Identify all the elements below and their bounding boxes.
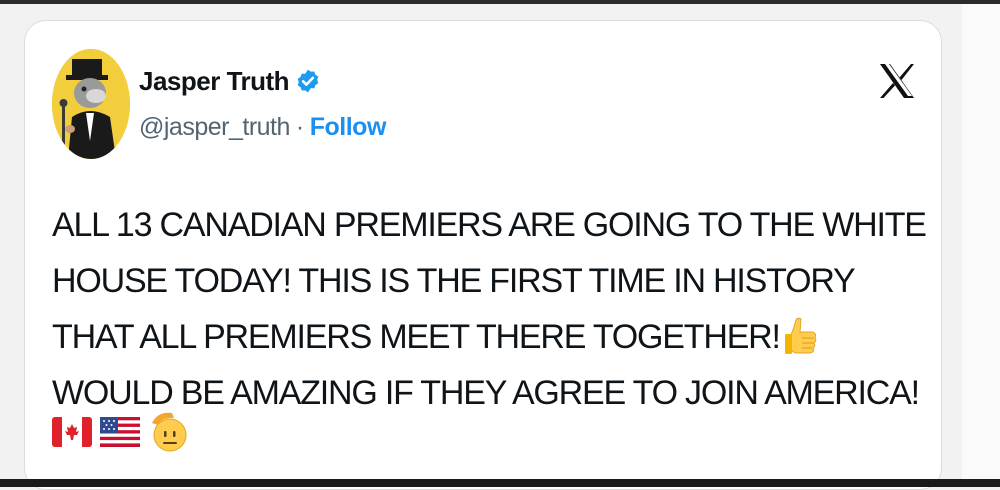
avatar-image [52, 49, 130, 159]
tweet-line-text: HOUSE TODAY! THIS IS THE FIRST TIME IN H… [52, 262, 856, 300]
tweet-line: HOUSE TODAY! THIS IS THE FIRST TIME IN H… [52, 253, 932, 309]
saluting-face-icon [152, 412, 187, 452]
us-flag-icon [100, 417, 140, 447]
tweet-line: THAT ALL PREMIERS MEET THERE TOGETHER! [52, 309, 932, 365]
avatar[interactable] [52, 49, 130, 159]
bottom-frame-strip [0, 479, 1000, 487]
follow-button[interactable]: Follow [310, 113, 387, 142]
canada-flag-icon [52, 417, 92, 447]
thumbs-up-emoji-icon [784, 317, 817, 354]
tweet-line: ALL 13 CANADIAN PREMIERS ARE GOING TO TH… [52, 197, 932, 253]
handle-separator: · [295, 113, 304, 141]
tweet-line-text: ALL 13 CANADIAN PREMIERS ARE GOING TO TH… [52, 206, 927, 244]
x-logo-icon[interactable] [877, 61, 917, 101]
tweet-body: ALL 13 CANADIAN PREMIERS ARE GOING TO TH… [52, 197, 932, 421]
author-name-row: Jasper Truth [139, 65, 321, 97]
verified-badge-icon [297, 69, 319, 93]
tweet-line-text: THAT ALL PREMIERS MEET THERE TOGETHER! [52, 318, 781, 356]
top-frame-strip [0, 0, 1000, 4]
right-frame-band [962, 4, 1000, 487]
tweet-card[interactable]: Jasper Truth @jasper_truth · Follow ALL … [24, 20, 942, 490]
author-handle[interactable]: @jasper_truth [139, 113, 290, 142]
emoji-row [52, 409, 188, 455]
author-handle-row: @jasper_truth · Follow [139, 113, 386, 142]
author-display-name[interactable]: Jasper Truth [139, 66, 290, 97]
